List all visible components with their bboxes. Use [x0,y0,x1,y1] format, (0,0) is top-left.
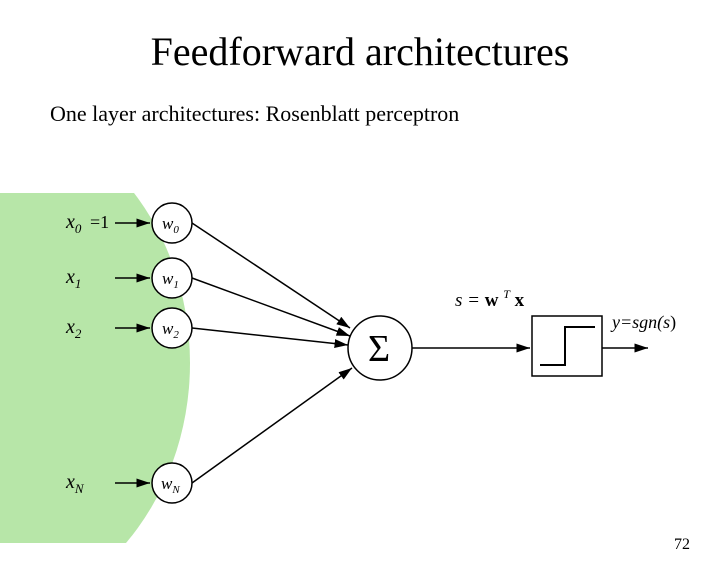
weight-w1: w1 [152,258,192,298]
sum-node: Σ [348,316,412,380]
line-w2-sum [192,328,348,345]
svg-text:y=sgn(s): y=sgn(s) [610,312,676,333]
output-label: y=sgn(s) [610,312,676,333]
line-w1-sum [192,278,350,336]
step-function-box [532,316,602,376]
slide-title: Feedforward architectures [0,28,720,75]
svg-text:s = w T x: s = w T x [455,282,525,311]
weight-w0: w0 [152,203,192,243]
perceptron-diagram: x0 =1 x1 x2 xN w0 w1 w2 wN Σ s [0,193,720,543]
weight-wN: wN [152,463,192,503]
line-wN-sum [192,368,352,483]
weight-w2: w2 [152,308,192,348]
s-equation-label: s = w T x [455,282,525,311]
slide-subtitle: One layer architectures: Rosenblatt perc… [50,101,720,127]
line-w0-sum [192,223,350,328]
svg-text:Σ: Σ [368,328,390,370]
svg-text:=1: =1 [90,212,109,232]
page-number: 72 [674,536,690,554]
